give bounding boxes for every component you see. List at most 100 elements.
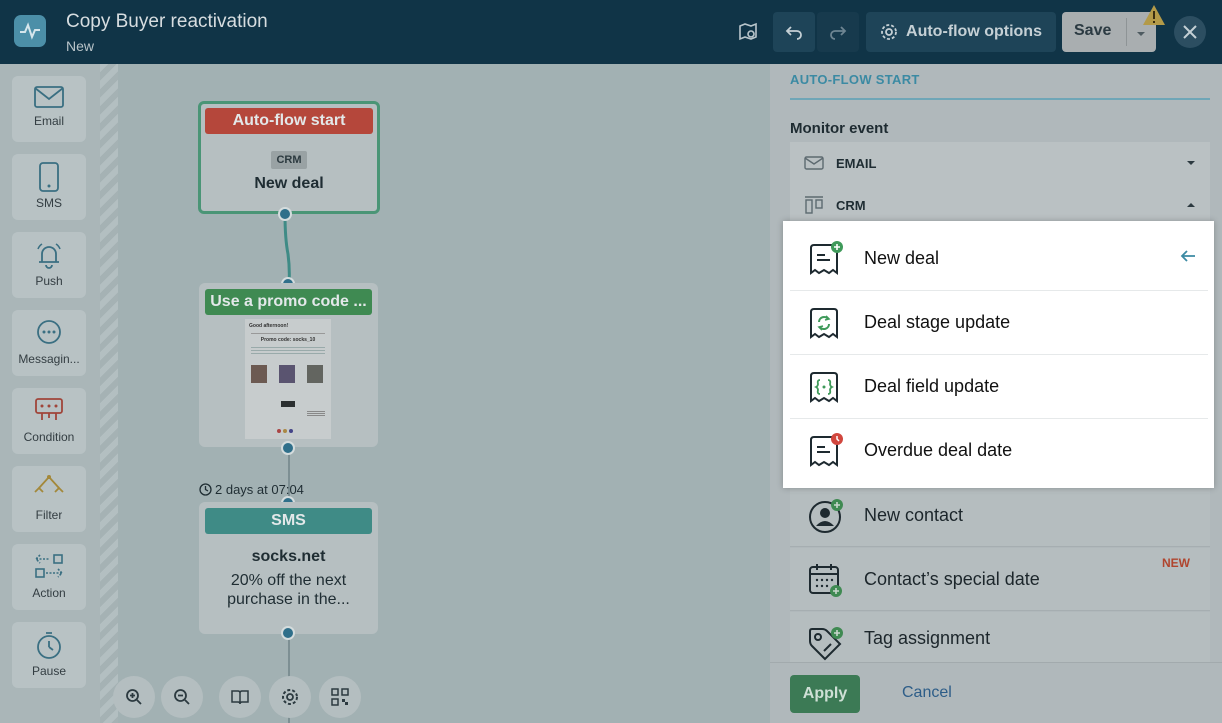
top-header: Copy Buyer reactivation New Auto-flow op… <box>0 0 1222 64</box>
start-node-event: New deal <box>254 175 324 192</box>
monitor-event-label: Monitor event <box>790 120 889 137</box>
event-tag-assignment[interactable]: Tag assignment <box>790 612 1210 664</box>
block-palette: Email SMS Push Messagin... Condition Fil… <box>0 64 100 723</box>
event-contact-special-date[interactable]: Contact’s special date NEW <box>790 548 1210 611</box>
close-button[interactable] <box>1174 16 1206 48</box>
start-node-header: Auto-flow start <box>205 108 373 134</box>
palette-pause[interactable]: Pause <box>12 622 86 688</box>
new-badge: NEW <box>1162 556 1190 570</box>
palette-label: Condition <box>23 430 75 444</box>
phone-icon <box>39 162 59 192</box>
deal-refresh-icon <box>810 308 838 339</box>
zoom-in-icon <box>126 689 142 705</box>
palette-action[interactable]: Action <box>12 544 86 610</box>
condition-icon <box>35 398 63 420</box>
deal-field-icon <box>810 372 838 403</box>
flow-title[interactable]: Copy Buyer reactivation <box>66 11 268 33</box>
sms-text-line-2: purchase in the... <box>227 591 350 608</box>
qr-code-icon <box>331 688 349 706</box>
event-new-deal[interactable]: New deal <box>790 227 1208 291</box>
palette-label: SMS <box>35 196 62 210</box>
guide-button[interactable] <box>219 676 261 718</box>
email-node-header: Use a promo code ... <box>205 289 372 315</box>
palette-condition[interactable]: Condition <box>12 388 86 454</box>
event-label: Deal field update <box>864 376 1000 396</box>
crm-icon <box>805 196 823 214</box>
auto-flow-options-button[interactable]: Auto-flow options <box>866 12 1056 52</box>
cancel-button[interactable]: Cancel <box>902 684 952 702</box>
preview-promo-code: Promo code: socks_10 <box>260 337 316 343</box>
calendar-add-icon <box>809 564 842 597</box>
group-email[interactable]: EMAIL <box>790 142 1210 184</box>
envelope-icon <box>804 156 824 170</box>
crm-badge: CRM <box>271 151 307 169</box>
product-image <box>307 365 323 383</box>
event-label: New deal <box>864 248 940 268</box>
palette-label: Pause <box>31 664 67 678</box>
canvas-settings-button[interactable] <box>269 676 311 718</box>
palette-messaging[interactable]: Messagin... <box>12 310 86 376</box>
save-label: Save <box>1074 22 1112 39</box>
product-image <box>251 365 267 383</box>
palette-label: Action <box>32 586 66 600</box>
sms-node-header: SMS <box>205 508 372 534</box>
delay-text: 2 days at 07:04 <box>215 482 304 497</box>
sms-text-line-1: 20% off the next <box>230 572 347 589</box>
email-preview-thumbnail: Good afternoon! Promo code: socks_10 <box>245 319 331 439</box>
event-label: Deal stage update <box>864 312 1011 332</box>
stopwatch-icon <box>37 632 61 659</box>
connector-dot[interactable] <box>281 626 295 640</box>
undo-button[interactable] <box>773 12 815 52</box>
caret-down-icon <box>1187 161 1195 165</box>
app-logo[interactable] <box>14 15 46 47</box>
redo-icon <box>830 26 847 40</box>
gear-icon <box>282 689 298 705</box>
palette-label: Email <box>33 114 64 128</box>
palette-sms[interactable]: SMS <box>12 154 86 220</box>
zoom-in-button[interactable] <box>113 676 155 718</box>
palette-filter[interactable]: Filter <box>12 466 86 532</box>
connector-dot[interactable] <box>278 207 292 221</box>
event-label: New contact <box>864 504 964 525</box>
clock-icon <box>199 483 212 496</box>
event-label: Overdue deal date <box>864 440 1013 460</box>
book-icon <box>231 690 249 705</box>
palette-label: Messagin... <box>18 352 80 366</box>
chat-bubble-icon <box>37 320 61 344</box>
palette-label: Filter <box>35 508 63 522</box>
event-deal-stage-update[interactable]: Deal stage update <box>790 291 1208 355</box>
palette-push[interactable]: Push <box>12 232 86 298</box>
undo-icon <box>785 26 802 40</box>
apply-button[interactable]: Apply <box>790 675 860 713</box>
panel-section-title: AUTO-FLOW START <box>790 72 920 87</box>
connector-dot[interactable] <box>281 441 295 455</box>
preview-button <box>281 401 295 407</box>
warning-icon[interactable] <box>1142 4 1166 31</box>
event-overdue-deal-date[interactable]: Overdue deal date <box>790 419 1208 483</box>
product-image <box>279 365 295 383</box>
map-search-icon[interactable] <box>736 20 760 44</box>
group-email-label: EMAIL <box>836 155 877 171</box>
group-crm-label: CRM <box>836 197 866 213</box>
event-label: Contact’s special date <box>864 568 1040 589</box>
event-label: Tag assignment <box>864 627 991 648</box>
event-new-contact[interactable]: New contact <box>790 484 1210 547</box>
close-icon <box>1183 25 1197 39</box>
preview-greeting: Good afternoon! <box>249 323 289 329</box>
caret-up-icon <box>1187 203 1195 207</box>
selected-arrow-icon <box>1180 250 1195 262</box>
sms-node[interactable]: SMS socks.net 20% off the next purchase … <box>199 502 378 634</box>
zoom-out-button[interactable] <box>161 676 203 718</box>
start-node[interactable]: Auto-flow start CRM New deal <box>198 101 380 214</box>
filter-icon <box>34 475 64 493</box>
email-node[interactable]: Use a promo code ... Good afternoon! Pro… <box>199 283 378 447</box>
tag-add-icon <box>809 627 843 661</box>
flow-status: New <box>66 38 95 54</box>
event-deal-field-update[interactable]: Deal field update <box>790 355 1208 419</box>
delay-label[interactable]: 2 days at 07:04 <box>199 482 304 497</box>
group-crm[interactable]: CRM <box>790 184 1210 226</box>
qr-code-button[interactable] <box>319 676 361 718</box>
palette-email[interactable]: Email <box>12 76 86 142</box>
bell-icon <box>37 243 61 269</box>
redo-button[interactable] <box>817 12 859 52</box>
